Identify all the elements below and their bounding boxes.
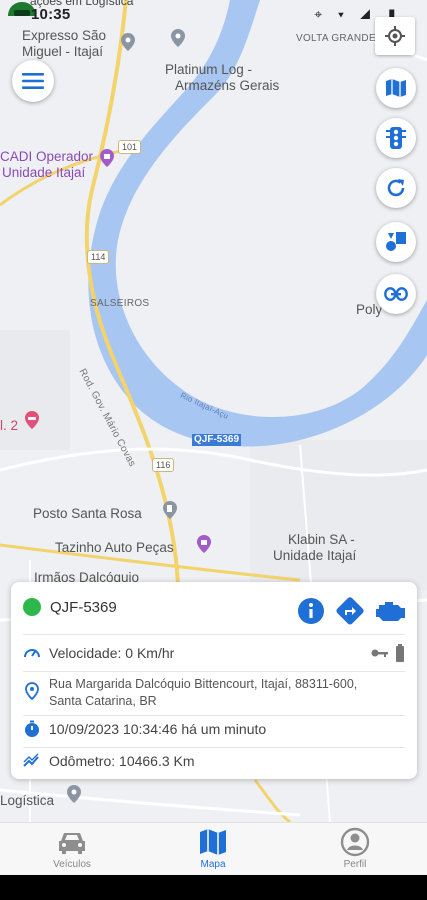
status-time: 10:35 (31, 6, 71, 23)
nav-vehicles-label: Veículos (53, 859, 91, 870)
address-block: Rua Margarida Dalcóquio Bittencourt, Ita… (49, 676, 357, 710)
datetime-text: 10/09/2023 10:34:46 há um minuto (49, 721, 267, 737)
card-divider (23, 634, 405, 635)
address-row: Rua Margarida Dalcóquio Bittencourt, Ita… (23, 676, 405, 710)
nav-profile[interactable]: Perfil (305, 823, 405, 875)
speed-text: Velocidade: 0 Km/hr (49, 645, 175, 661)
map-icon (386, 79, 406, 97)
map-label-platinum: Platinum Log - (165, 62, 253, 77)
gas-station-pin-icon[interactable] (160, 500, 180, 520)
traffic-button[interactable] (376, 118, 416, 158)
speed-row: Velocidade: 0 Km/hr (23, 644, 405, 662)
hamburger-icon (22, 73, 44, 89)
vehicle-plate: QJF-5369 (50, 598, 117, 616)
ignition-key-icon (371, 649, 388, 657)
shapes-icon (386, 232, 406, 251)
map-label-klabin-unidade: Unidade Itajaí (273, 548, 357, 563)
vehicle-actions (297, 596, 407, 626)
nav-map[interactable]: Mapa (163, 823, 263, 875)
map-label-armazens: Armazéns Gerais (175, 78, 280, 93)
map-icon (200, 829, 226, 855)
place-pin-icon[interactable] (168, 28, 188, 48)
menu-button[interactable] (12, 60, 54, 102)
refresh-button[interactable] (376, 168, 416, 208)
location-pin-icon (25, 682, 39, 700)
traffic-light-icon (386, 127, 406, 149)
map-label-logistica: Logística (0, 793, 55, 808)
shopping-pin-icon[interactable] (97, 148, 117, 168)
app-screen: ações em Logística Expresso São Miguel -… (0, 0, 427, 875)
link-icon (384, 287, 408, 301)
odometer-text: Odômetro: 10466.3 Km (49, 753, 195, 769)
map-label-posto: Posto Santa Rosa (33, 506, 142, 521)
card-divider (23, 671, 405, 672)
place-pin-icon[interactable] (118, 32, 138, 52)
battery-icon (396, 644, 404, 662)
map-label-cadi-unidade: Unidade Itajaí (2, 165, 86, 180)
speedometer-icon (24, 649, 40, 658)
road-shield-101: 101 (118, 140, 142, 154)
status-bar: 10:35 ⌖ ▾ ◢ ▮ (0, 0, 427, 28)
odometer-route-icon (23, 753, 39, 767)
directions-icon[interactable] (335, 596, 365, 626)
stopwatch-icon (25, 720, 39, 737)
online-status-dot (23, 598, 41, 616)
map-label-volta-grande: VOLTA GRANDE (296, 33, 376, 44)
info-icon[interactable] (297, 597, 325, 625)
bottom-navigation: Veículos Mapa Perfil (0, 822, 427, 875)
map-label-tazinho: Tazinho Auto Peças (55, 540, 174, 555)
map-label-salseiros: SALSEIROS (90, 298, 150, 309)
map-label-klabin: Klabin SA - (288, 532, 355, 547)
car-icon (59, 833, 85, 854)
shopping-pin-icon[interactable] (194, 534, 214, 554)
map-label-cadi: CADI Operador (0, 149, 94, 164)
map-type-button[interactable] (376, 68, 416, 108)
nav-map-label: Mapa (200, 859, 226, 870)
refresh-icon (387, 179, 405, 197)
road-shield-114: 114 (87, 250, 110, 264)
vehicle-plate-label: QJF-5369 (192, 434, 242, 446)
layers-button[interactable] (376, 222, 416, 262)
road-shield-116: 116 (152, 458, 175, 472)
system-navigation-bar (0, 875, 427, 900)
card-divider (23, 747, 405, 748)
engine-icon[interactable] (373, 599, 407, 623)
nav-vehicles[interactable]: Veículos (22, 823, 122, 875)
nav-profile-label: Perfil (343, 859, 367, 870)
card-divider (23, 715, 405, 716)
share-link-button[interactable] (376, 274, 416, 314)
odometer-row: Odômetro: 10466.3 Km (23, 752, 405, 770)
datetime-row: 10/09/2023 10:34:46 há um minuto (23, 720, 405, 738)
place-pin-icon[interactable] (64, 784, 84, 804)
map-label-hotel: l. 2 (0, 418, 19, 433)
address-line-2: Santa Catarina, BR (49, 694, 157, 708)
profile-icon (340, 827, 370, 857)
my-location-button[interactable] (375, 17, 415, 55)
crosshair-icon (385, 26, 405, 46)
hotel-pin-icon[interactable] (22, 410, 42, 430)
map-label-miguel: Miguel - Itajaí (22, 44, 104, 59)
vehicle-info-card: QJF-5369 Velocidade: 0 Km/hr Rua Margari… (11, 582, 417, 779)
address-line-1: Rua Margarida Dalcóquio Bittencourt, Ita… (49, 677, 358, 691)
